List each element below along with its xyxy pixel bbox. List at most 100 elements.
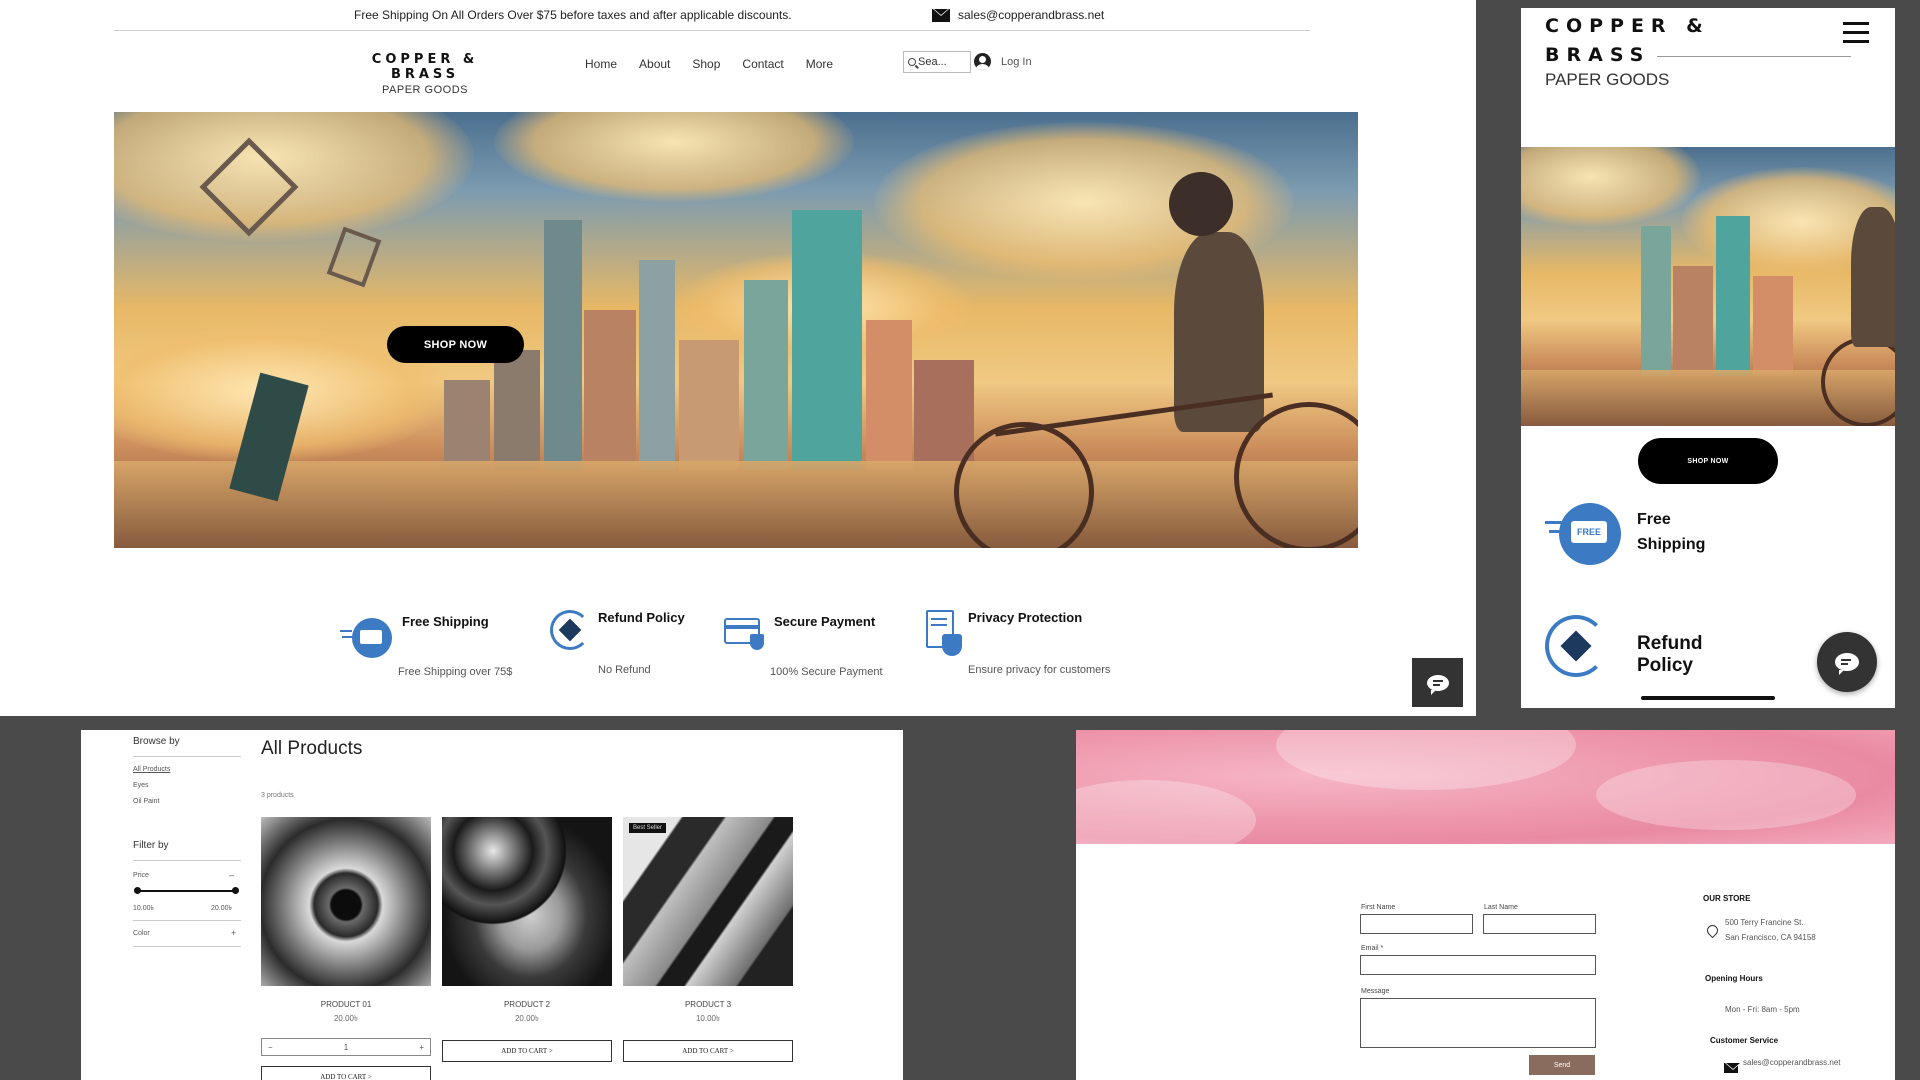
pink-texture-banner <box>1076 730 1895 860</box>
nav-more[interactable]: More <box>806 57 833 71</box>
contact-email-text[interactable]: sales@copperandbrass.net <box>958 8 1104 22</box>
envelope-icon <box>932 8 950 22</box>
mobile-brand-line-2: PAPER GOODS <box>1545 70 1670 89</box>
feature-title: Privacy Protection <box>968 610 1083 625</box>
product-price: 20.00৳ <box>514 1014 539 1023</box>
price-filter-label[interactable]: Price <box>133 872 149 879</box>
hero-image <box>114 112 1358 548</box>
first-name-label: First Name <box>1361 904 1396 911</box>
mobile-feature-title-b: Shipping <box>1637 536 1706 553</box>
customer-service-heading: Customer Service <box>1710 1036 1779 1045</box>
shipping-announcement: Free Shipping On All Orders Over $75 bef… <box>354 8 792 22</box>
contact-page-panel: First Name Last Name Email * Message Sen… <box>1076 730 1895 1080</box>
scroll-indicator <box>1641 696 1775 700</box>
nav-about[interactable]: About <box>639 57 670 71</box>
our-store-heading: OUR STORE <box>1703 894 1751 903</box>
nav-shop[interactable]: Shop <box>692 57 720 71</box>
header-divider <box>1657 56 1851 57</box>
contact-email[interactable]: sales@copperandbrass.net <box>932 8 1104 22</box>
envelope-icon <box>1724 1060 1741 1078</box>
opening-hours-text: Mon - Fri: 8am - 5pm <box>1725 1005 1800 1014</box>
refund-icon <box>1545 615 1609 679</box>
mobile-feature-title-a: Free <box>1637 511 1671 528</box>
product-count: 3 products <box>261 792 294 799</box>
message-label: Message <box>1361 988 1390 995</box>
price-min: 10.00৳ <box>133 905 155 912</box>
feature-title: Free Shipping <box>402 614 489 629</box>
mobile-feature-title: Free Shipping <box>1637 507 1705 557</box>
brand-logo[interactable]: COPPER & BRASS PAPER GOODS <box>350 52 500 96</box>
browse-by-heading: Browse by <box>133 736 180 747</box>
product-name[interactable]: PRODUCT 3 <box>623 1000 793 1009</box>
login-label: Log In <box>1001 55 1032 68</box>
price-range-slider[interactable] <box>134 887 239 894</box>
divider <box>133 860 241 861</box>
quantity-stepper[interactable]: − 1 + <box>261 1038 431 1056</box>
address-line-1: 500 Terry Francine St. <box>1725 918 1804 927</box>
browse-link-eyes[interactable]: Eyes <box>133 782 149 789</box>
hamburger-menu-icon[interactable] <box>1843 20 1869 44</box>
email-field[interactable] <box>1360 955 1596 975</box>
browse-link-oil-paint[interactable]: Oil Paint <box>133 798 159 805</box>
chat-button[interactable] <box>1412 658 1463 707</box>
add-to-cart-button[interactable]: ADD TO CART > <box>442 1040 612 1062</box>
main-nav: Home About Shop Contact More <box>585 57 833 71</box>
browse-link-all-products[interactable]: All Products <box>133 766 170 773</box>
color-expand-toggle[interactable]: + <box>231 928 236 938</box>
send-button[interactable]: Send <box>1529 1055 1595 1075</box>
quantity-value[interactable]: 1 <box>344 1043 348 1052</box>
quantity-increase[interactable]: + <box>419 1043 424 1052</box>
product-name[interactable]: PRODUCT 2 <box>442 1000 612 1009</box>
product-image[interactable] <box>442 817 612 986</box>
price-collapse-toggle[interactable]: – <box>229 870 234 880</box>
product-image[interactable] <box>261 817 431 986</box>
feature-title: Secure Payment <box>774 614 876 629</box>
login-button[interactable]: Log In <box>974 53 1032 70</box>
store-address: 500 Terry Francine St. San Francisco, CA… <box>1725 915 1816 945</box>
product-price: 20.00৳ <box>333 1014 358 1023</box>
hero-shop-now-button[interactable]: SHOP NOW <box>387 326 524 363</box>
mobile-brand-logo[interactable]: COPPER & BRASS PAPER GOODS <box>1545 12 1710 90</box>
search-icon <box>908 58 916 66</box>
document-lock-icon <box>926 610 972 656</box>
desktop-home-panel: Free Shipping On All Orders Over $75 bef… <box>0 0 1476 716</box>
last-name-field[interactable] <box>1483 914 1596 934</box>
email-label: Email * <box>1361 945 1384 952</box>
divider <box>133 920 241 921</box>
feature-subtitle: Ensure privacy for customers <box>968 664 1111 676</box>
product-name[interactable]: PRODUCT 01 <box>261 1000 431 1009</box>
feature-subtitle: 100% Secure Payment <box>770 666 883 678</box>
quantity-decrease[interactable]: − <box>268 1043 273 1052</box>
add-to-cart-button[interactable]: ADD TO CART > <box>623 1040 793 1062</box>
nav-home[interactable]: Home <box>585 57 617 71</box>
brand-line-2: PAPER GOODS <box>382 84 468 96</box>
page-title: All Products <box>261 738 363 759</box>
chat-icon <box>1426 674 1449 695</box>
free-badge: FREE <box>1571 521 1607 543</box>
opening-hours-heading: Opening Hours <box>1705 974 1763 983</box>
product-image[interactable]: Best Seller <box>623 817 793 986</box>
announcement-bar: Free Shipping On All Orders Over $75 bef… <box>114 0 1310 31</box>
mobile-chat-button[interactable] <box>1817 632 1877 692</box>
message-field[interactable] <box>1360 998 1596 1048</box>
add-to-cart-button[interactable]: ADD TO CART > <box>261 1066 431 1080</box>
search-input[interactable]: Sea... <box>903 51 971 73</box>
card-shield-icon <box>724 614 770 660</box>
feature-title: Refund Policy <box>598 610 685 625</box>
truck-icon: FREE <box>1545 503 1621 565</box>
customer-service-email[interactable]: sales@copperandbrass.net <box>1743 1055 1841 1070</box>
location-pin-icon <box>1704 922 1721 939</box>
refund-icon <box>550 610 596 656</box>
chat-icon <box>1835 653 1859 675</box>
divider <box>133 946 241 947</box>
color-filter-label[interactable]: Color <box>133 930 150 937</box>
shop-page-panel: Browse by All Products Eyes Oil Paint Fi… <box>81 730 903 1080</box>
price-max: 20.00৳ <box>211 905 233 912</box>
mobile-shop-now-button[interactable]: SHOP NOW <box>1638 438 1778 484</box>
mobile-feature-title: Refund Policy <box>1637 633 1703 676</box>
user-icon <box>974 53 991 70</box>
first-name-field[interactable] <box>1360 914 1473 934</box>
feature-subtitle: Free Shipping over 75$ <box>398 666 513 678</box>
nav-contact[interactable]: Contact <box>742 57 783 71</box>
mobile-brand-line-1: COPPER & <box>1545 15 1710 37</box>
